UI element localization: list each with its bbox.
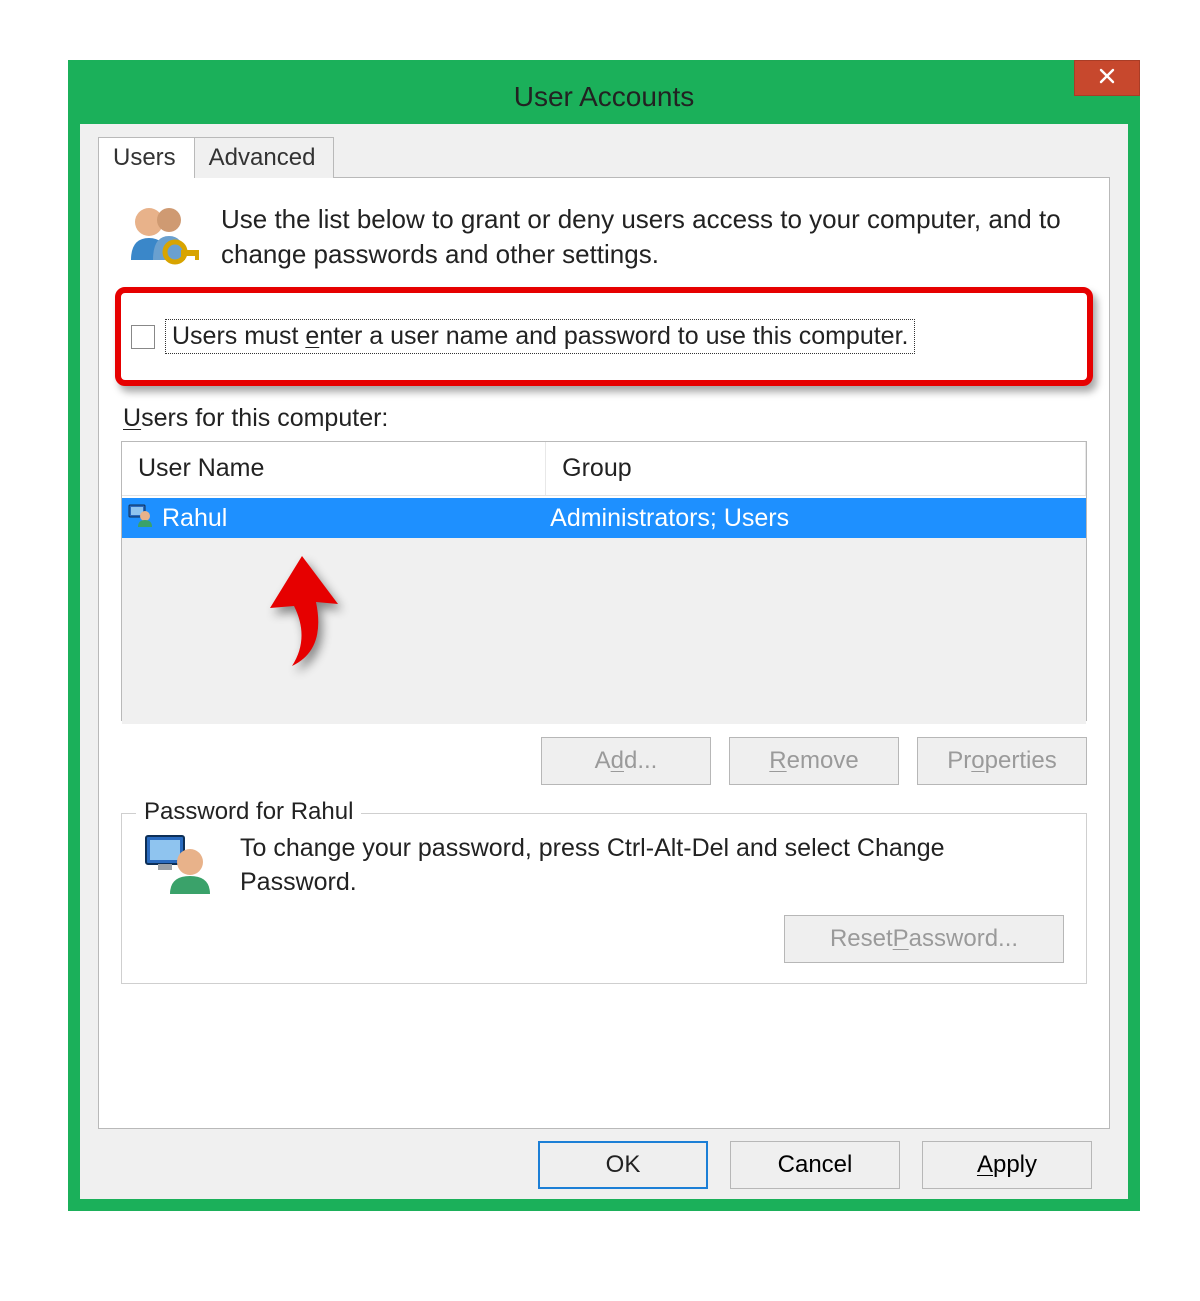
list-row[interactable]: Rahul Administrators; Users [122, 498, 1086, 538]
highlight-annotation: Users must enter a user name and passwor… [115, 287, 1093, 386]
user-monitor-icon [144, 832, 216, 901]
close-icon [1099, 68, 1115, 89]
tab-panel-users: Use the list below to grant or deny user… [98, 177, 1110, 1129]
dialog-footer: OK Cancel Apply [98, 1129, 1110, 1189]
password-groupbox: Password for Rahul To change your pa [121, 813, 1087, 984]
apply-button[interactable]: Apply [922, 1141, 1092, 1189]
add-button[interactable]: Add... [541, 737, 711, 785]
user-accounts-window: User Accounts Users Advanced [68, 60, 1140, 1211]
reset-password-button[interactable]: Reset Password... [784, 915, 1064, 963]
close-button[interactable] [1074, 60, 1140, 96]
ok-button[interactable]: OK [538, 1141, 708, 1189]
require-login-checkbox[interactable] [131, 325, 155, 349]
password-instruction-text: To change your password, press Ctrl-Alt-… [240, 832, 1064, 900]
list-header: User Name Group [122, 442, 1086, 496]
properties-button[interactable]: Properties [917, 737, 1087, 785]
arrow-annotation-icon [252, 552, 352, 677]
tab-strip: Users Advanced [98, 136, 1110, 177]
list-cell-user: Rahul [162, 504, 227, 533]
user-account-icon [128, 502, 154, 535]
password-group-legend: Password for Rahul [136, 798, 361, 826]
cancel-button[interactable]: Cancel [730, 1141, 900, 1189]
tab-users[interactable]: Users [98, 137, 195, 178]
tab-advanced[interactable]: Advanced [194, 137, 335, 178]
column-user-name[interactable]: User Name [122, 442, 546, 495]
list-cell-group: Administrators; Users [546, 504, 1086, 533]
users-list-label: Users for this computer: [123, 404, 1087, 433]
window-title: User Accounts [514, 81, 695, 113]
users-key-icon [123, 202, 201, 277]
titlebar: User Accounts [78, 70, 1130, 124]
column-group[interactable]: Group [546, 442, 1086, 495]
users-list[interactable]: User Name Group [121, 441, 1087, 721]
intro-text: Use the list below to grant or deny user… [221, 202, 1085, 272]
require-login-label[interactable]: Users must enter a user name and passwor… [165, 319, 915, 354]
remove-button[interactable]: Remove [729, 737, 899, 785]
